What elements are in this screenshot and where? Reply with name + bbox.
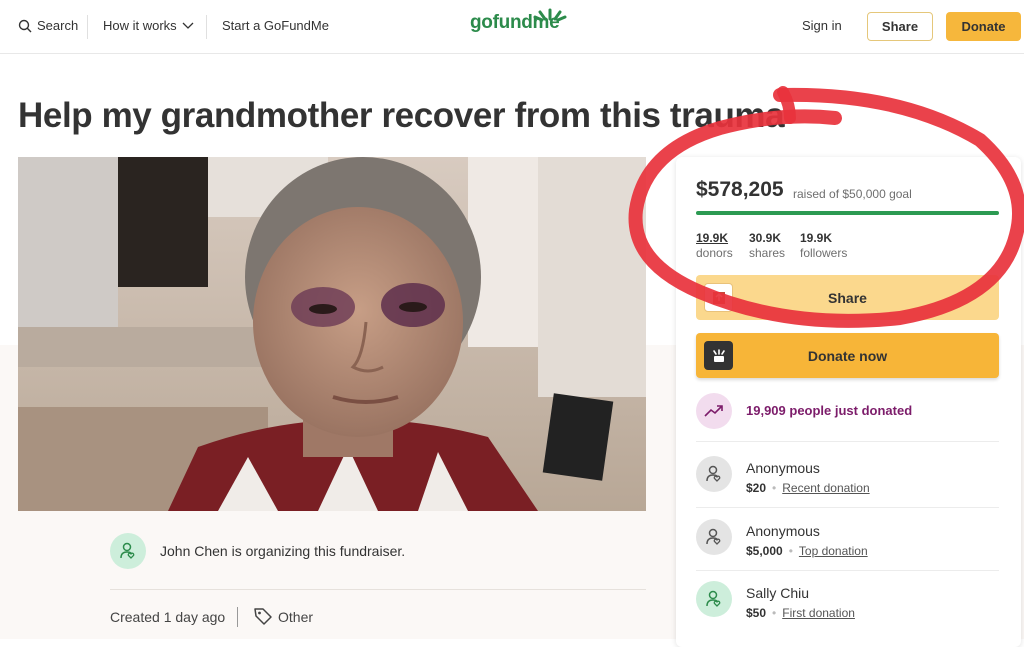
trend-badge	[696, 393, 732, 429]
start-gofundme-link[interactable]: Start a GoFundMe	[222, 18, 329, 33]
goal-text: raised of $50,000 goal	[793, 187, 912, 201]
user-heart-icon	[706, 590, 721, 607]
share-icon	[704, 283, 733, 312]
campaign-title: Help my grandmother recover from this tr…	[18, 96, 785, 135]
gofundme-me-icon	[704, 341, 733, 370]
created-date: Created 1 day ago	[110, 609, 226, 625]
search-icon	[18, 19, 32, 32]
donation-type-link[interactable]: First donation	[782, 606, 855, 620]
donor-avatar	[696, 456, 732, 492]
donor-avatar	[696, 519, 732, 555]
stat-donors[interactable]: 19.9K donors	[696, 231, 733, 261]
category-link[interactable]: Other	[278, 609, 313, 625]
divider	[110, 589, 646, 590]
organizer-text: John Chen is organizing this fundraiser.	[160, 543, 406, 559]
trending-up-icon	[704, 405, 723, 417]
donation-type-link[interactable]: Top donation	[799, 544, 868, 558]
divider	[696, 507, 999, 508]
progress-fill	[696, 211, 999, 215]
recent-donors-count: 19,909 people just donated	[746, 403, 913, 418]
campaign-photo	[18, 157, 646, 511]
amount-raised: $578,205	[696, 178, 784, 201]
donation-type-link[interactable]: Recent donation	[782, 481, 869, 495]
divider	[696, 570, 999, 571]
tag-icon	[254, 608, 272, 625]
stat-shares: 30.9K shares	[749, 231, 786, 260]
divider	[696, 441, 999, 442]
donation-detail: $50 • First donation	[746, 606, 855, 620]
donate-now-button[interactable]: Donate now	[696, 333, 999, 378]
chevron-down-icon	[182, 22, 194, 29]
donor-name: Anonymous	[746, 460, 820, 476]
donate-button-top[interactable]: Donate	[946, 12, 1021, 41]
donor-name: Anonymous	[746, 523, 820, 539]
user-heart-icon	[706, 528, 721, 545]
sprout-icon	[533, 8, 567, 22]
top-nav: Search How it works Start a GoFundMe gof…	[0, 0, 1024, 54]
donor-name: Sally Chiu	[746, 585, 810, 601]
donor-avatar	[696, 581, 732, 617]
divider	[237, 607, 238, 627]
search-link[interactable]: Search	[18, 18, 78, 33]
sign-in-link[interactable]: Sign in	[802, 18, 842, 33]
progress-bar	[696, 211, 999, 215]
donation-detail: $5,000 • Top donation	[746, 544, 868, 558]
share-button-top[interactable]: Share	[867, 12, 933, 41]
user-heart-icon	[706, 465, 721, 482]
donation-detail: $20 • Recent donation	[746, 481, 870, 495]
how-it-works-menu[interactable]: How it works	[103, 18, 194, 33]
share-button[interactable]: Share	[696, 275, 999, 320]
stat-followers: 19.9K followers	[800, 231, 848, 260]
organizer-avatar	[110, 533, 146, 569]
user-heart-icon	[120, 542, 135, 559]
